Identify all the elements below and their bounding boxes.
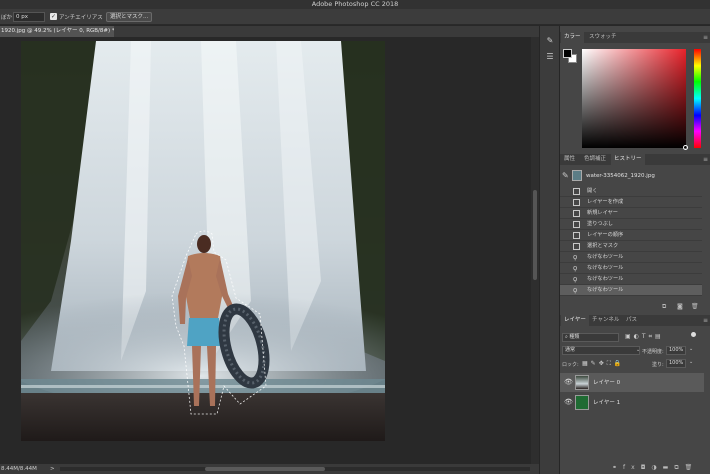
tab-history[interactable]: ヒストリー xyxy=(611,154,645,165)
brush-settings-icon[interactable]: ✎ xyxy=(544,36,556,46)
select-and-mask-button[interactable]: 選択とマスク... xyxy=(106,12,153,22)
tab-channels[interactable]: チャンネル xyxy=(589,315,622,326)
tab-color[interactable]: カラー xyxy=(561,32,584,43)
snapshot-name[interactable]: water-3354062_1920.jpg xyxy=(586,173,655,179)
window-title: Adobe Photoshop CC 2018 xyxy=(0,0,710,9)
tab-properties[interactable]: 属性 xyxy=(561,154,578,165)
lasso-icon: ϙ xyxy=(573,286,578,294)
document-icon xyxy=(573,188,580,195)
new-document-from-state-icon[interactable]: ⧉ xyxy=(662,303,666,311)
layers-footer-icons[interactable]: ⚭fx◘◑▬⧉🗑 xyxy=(612,464,698,472)
tab-adjustments[interactable]: 色調補正 xyxy=(581,154,609,165)
color-picker-cursor[interactable] xyxy=(683,145,688,150)
color-picker-field[interactable] xyxy=(582,49,686,148)
camera-snapshot-icon[interactable]: ◙ xyxy=(677,303,683,310)
panel-dock-strip: ✎ ☰ xyxy=(539,26,559,474)
snapshot-thumbnail[interactable] xyxy=(572,170,582,181)
document-tab[interactable]: 1920.jpg @ 49.2% (レイヤー 0, RGB/8#) * xyxy=(0,26,114,37)
blend-mode-select[interactable]: 通常 xyxy=(562,346,640,355)
layers-panel-tabs: レイヤー チャンネル パス ≡ xyxy=(560,315,710,326)
panel-menu-icon[interactable]: ≡ xyxy=(703,317,708,324)
layer-filter-select[interactable]: ⌕ 種類 xyxy=(562,333,619,342)
fill-input[interactable]: 100% xyxy=(666,359,686,368)
opacity-label: 不透明度: xyxy=(642,349,664,355)
history-brush-icon[interactable]: ✎ xyxy=(562,171,569,180)
history-divider xyxy=(560,295,702,296)
doc-size-readout: 8.44M/8.44M xyxy=(1,466,37,472)
status-menu-arrow[interactable]: > xyxy=(50,464,55,474)
tab-paths[interactable]: パス xyxy=(623,315,640,326)
visibility-eye-icon[interactable]: 👁 xyxy=(564,378,573,386)
feather-input[interactable]: 0 px xyxy=(13,12,45,22)
antialias-label: アンチエイリアス xyxy=(59,15,103,21)
tab-strip xyxy=(114,26,539,37)
lock-icons[interactable]: ▦✎✥⛶🔒 xyxy=(582,360,624,368)
foreground-color-swatch[interactable] xyxy=(563,49,572,58)
panel-menu-icon[interactable]: ≡ xyxy=(703,34,708,41)
lasso-icon: ϙ xyxy=(573,253,578,261)
visibility-eye-icon[interactable]: 👁 xyxy=(564,398,573,406)
document-icon xyxy=(573,199,580,206)
panel-menu-icon[interactable]: ≡ xyxy=(703,156,708,163)
history-panel-tabs: 属性 色調補正 ヒストリー ≡ xyxy=(560,154,710,165)
tab-swatches[interactable]: スウォッチ xyxy=(586,32,620,43)
layer-row-0[interactable]: 👁 レイヤー 0 xyxy=(560,373,704,392)
document-icon xyxy=(573,221,580,228)
layer-name[interactable]: レイヤー 1 xyxy=(593,398,620,406)
horizontal-scroll-thumb[interactable] xyxy=(205,467,325,471)
layer-filter-icons[interactable]: ▣◐T⌗▤ xyxy=(625,333,664,341)
opacity-input[interactable]: 100% xyxy=(666,346,686,355)
document-icon xyxy=(573,243,580,250)
document-icon xyxy=(573,210,580,217)
hue-slider[interactable] xyxy=(694,49,701,148)
antialias-checkbox[interactable]: ✓ xyxy=(50,13,57,20)
trash-icon[interactable]: 🗑 xyxy=(691,303,699,310)
document-image[interactable] xyxy=(21,41,385,441)
options-bar: ぼかし: 0 px ✓ アンチエイリアス 選択とマスク... xyxy=(0,9,710,25)
chevron-down-icon: ⌄ xyxy=(636,347,641,353)
color-panel-tabs: カラー スウォッチ ≡ xyxy=(560,32,710,43)
tab-layers[interactable]: レイヤー xyxy=(561,315,589,326)
document-icon xyxy=(573,232,580,239)
fill-label: 塗り: xyxy=(652,362,664,368)
layer-name[interactable]: レイヤー 0 xyxy=(593,378,620,386)
layer-row-1[interactable]: 👁 レイヤー 1 xyxy=(560,393,704,412)
layer-thumbnail xyxy=(575,375,589,390)
lasso-icon: ϙ xyxy=(573,264,578,272)
chevron-down-icon[interactable]: ⌄ xyxy=(689,359,693,365)
layer-filter-kind: 種類 xyxy=(569,334,580,340)
filter-toggle-icon[interactable] xyxy=(691,332,696,337)
lasso-icon: ϙ xyxy=(573,275,578,283)
chevron-down-icon[interactable]: ⌄ xyxy=(689,346,693,352)
layer-thumbnail xyxy=(575,395,589,410)
vertical-scroll-thumb[interactable] xyxy=(533,190,537,280)
adjust-sliders-icon[interactable]: ☰ xyxy=(544,52,556,62)
lock-label: ロック: xyxy=(562,362,579,368)
